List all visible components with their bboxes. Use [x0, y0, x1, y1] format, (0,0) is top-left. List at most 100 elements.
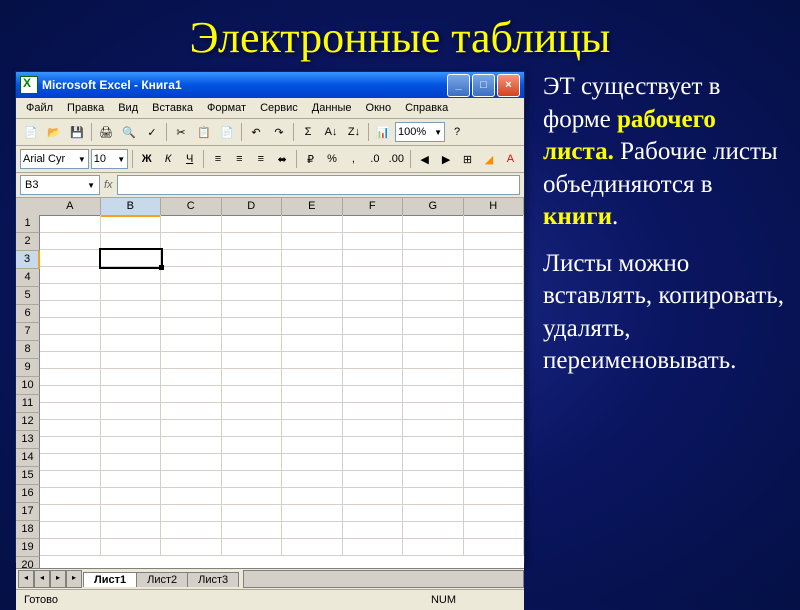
cell[interactable]: [40, 538, 101, 556]
titlebar[interactable]: Microsoft Excel - Книга1 _ □ ×: [16, 72, 524, 98]
dec-dec-icon[interactable]: .00: [387, 148, 406, 170]
cell[interactable]: [40, 215, 101, 233]
undo-icon[interactable]: ↶: [245, 121, 267, 143]
cell[interactable]: [282, 249, 343, 267]
spell-icon[interactable]: ✓: [141, 121, 163, 143]
cell[interactable]: [343, 266, 404, 284]
align-center-icon[interactable]: ≡: [230, 148, 249, 170]
cell[interactable]: [282, 317, 343, 335]
cell[interactable]: [343, 470, 404, 488]
row-header-15[interactable]: 15: [16, 467, 40, 485]
cell[interactable]: [343, 419, 404, 437]
cell[interactable]: [161, 300, 222, 318]
cell[interactable]: [282, 351, 343, 369]
cell[interactable]: [222, 419, 283, 437]
row-header-8[interactable]: 8: [16, 341, 40, 359]
sheet-tab-3[interactable]: Лист3: [187, 572, 239, 587]
cell[interactable]: [161, 470, 222, 488]
cell[interactable]: [101, 334, 162, 352]
row-header-7[interactable]: 7: [16, 323, 40, 341]
cell[interactable]: [222, 368, 283, 386]
cell[interactable]: [282, 300, 343, 318]
row-header-3[interactable]: 3: [16, 251, 40, 269]
cell[interactable]: [40, 368, 101, 386]
cell[interactable]: [282, 538, 343, 556]
align-right-icon[interactable]: ≡: [251, 148, 270, 170]
menu-help[interactable]: Справка: [399, 100, 454, 116]
cell[interactable]: [403, 283, 464, 301]
cell[interactable]: [464, 470, 525, 488]
font-color-icon[interactable]: A: [501, 148, 520, 170]
cell[interactable]: [222, 249, 283, 267]
menu-format[interactable]: Формат: [201, 100, 252, 116]
cell[interactable]: [101, 538, 162, 556]
tab-next-icon[interactable]: ▸: [50, 570, 66, 588]
cell[interactable]: [101, 232, 162, 250]
cell[interactable]: [101, 385, 162, 403]
cell[interactable]: [40, 300, 101, 318]
row-header-9[interactable]: 9: [16, 359, 40, 377]
bold-button[interactable]: Ж: [137, 148, 156, 170]
cell[interactable]: [464, 215, 525, 233]
cell[interactable]: [40, 436, 101, 454]
cell[interactable]: [40, 266, 101, 284]
cell[interactable]: [161, 249, 222, 267]
preview-icon[interactable]: 🔍: [118, 121, 140, 143]
cell[interactable]: [403, 232, 464, 250]
cell[interactable]: [101, 419, 162, 437]
redo-icon[interactable]: ↷: [268, 121, 290, 143]
cell[interactable]: [403, 249, 464, 267]
cell[interactable]: [161, 521, 222, 539]
cell[interactable]: [101, 487, 162, 505]
cell[interactable]: [222, 266, 283, 284]
cell[interactable]: [40, 334, 101, 352]
cell[interactable]: [464, 266, 525, 284]
cell[interactable]: [222, 385, 283, 403]
cell[interactable]: [282, 504, 343, 522]
cell[interactable]: [222, 232, 283, 250]
cell[interactable]: [403, 453, 464, 471]
cell[interactable]: [343, 249, 404, 267]
cell[interactable]: [101, 521, 162, 539]
row-header-20[interactable]: 20: [16, 557, 40, 568]
cell[interactable]: [343, 436, 404, 454]
cell[interactable]: [161, 266, 222, 284]
cell[interactable]: [464, 453, 525, 471]
cell[interactable]: [101, 266, 162, 284]
sort-desc-icon[interactable]: Z↓: [343, 121, 365, 143]
align-left-icon[interactable]: ≡: [208, 148, 227, 170]
col-header-E[interactable]: E: [282, 198, 343, 216]
menu-edit[interactable]: Правка: [61, 100, 110, 116]
cell[interactable]: [403, 538, 464, 556]
col-header-F[interactable]: F: [343, 198, 404, 216]
cell[interactable]: [222, 538, 283, 556]
cell[interactable]: [403, 504, 464, 522]
sort-asc-icon[interactable]: A↓: [320, 121, 342, 143]
cell[interactable]: [464, 402, 525, 420]
cell[interactable]: [464, 232, 525, 250]
cell[interactable]: [161, 283, 222, 301]
cell[interactable]: [403, 470, 464, 488]
row-header-6[interactable]: 6: [16, 305, 40, 323]
cell[interactable]: [343, 538, 404, 556]
cell[interactable]: [161, 487, 222, 505]
cell[interactable]: [222, 436, 283, 454]
menu-data[interactable]: Данные: [306, 100, 358, 116]
cell[interactable]: [222, 300, 283, 318]
merge-icon[interactable]: ⬌: [273, 148, 292, 170]
name-box[interactable]: B3▼: [20, 175, 100, 195]
select-all-corner[interactable]: [16, 198, 41, 216]
cell[interactable]: [464, 504, 525, 522]
cell[interactable]: [222, 504, 283, 522]
cells-grid[interactable]: [40, 215, 524, 568]
currency-icon[interactable]: ₽: [301, 148, 320, 170]
sum-icon[interactable]: Σ: [297, 121, 319, 143]
copy-icon[interactable]: 📋: [193, 121, 215, 143]
row-header-10[interactable]: 10: [16, 377, 40, 395]
underline-button[interactable]: Ч: [180, 148, 199, 170]
cell[interactable]: [464, 521, 525, 539]
cell[interactable]: [222, 215, 283, 233]
cell[interactable]: [282, 402, 343, 420]
cell[interactable]: [40, 470, 101, 488]
cell[interactable]: [40, 249, 101, 267]
